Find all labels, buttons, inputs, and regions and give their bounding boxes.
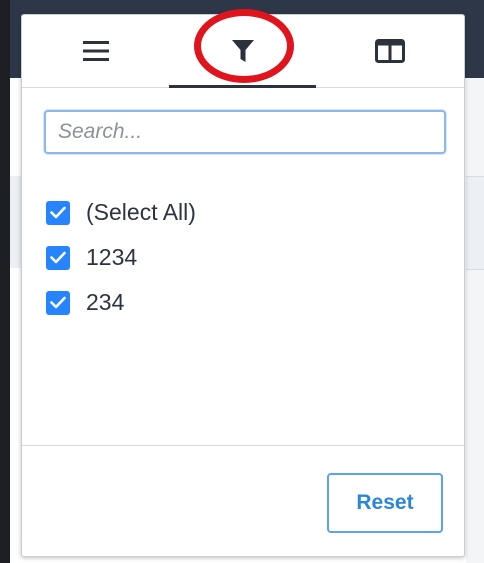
menu-tab-bar: [22, 9, 464, 88]
filter-value-list: (Select All) 1234 234: [44, 190, 444, 325]
tab-filter[interactable]: [169, 9, 316, 88]
list-item-select-all[interactable]: (Select All): [44, 190, 444, 235]
list-item-label: 1234: [86, 244, 138, 270]
filter-funnel-icon: [231, 40, 254, 62]
search-input[interactable]: [44, 110, 446, 154]
checkmark-icon: [50, 206, 66, 219]
list-item-label: (Select All): [86, 199, 196, 225]
page-left-edge: [0, 0, 10, 563]
page-background-right: [466, 78, 484, 563]
list-item-label: 234: [86, 289, 125, 315]
tab-columns[interactable]: [316, 15, 463, 87]
columns-icon: [374, 39, 405, 63]
grid-row-background: [466, 176, 484, 270]
checkmark-icon: [50, 251, 66, 264]
reset-button[interactable]: Reset: [327, 473, 443, 533]
hamburger-menu-icon: [82, 41, 109, 61]
checkbox-select-all[interactable]: [46, 200, 70, 225]
checkmark-icon: [50, 296, 66, 309]
footer-divider: [22, 445, 464, 446]
checkbox[interactable]: [46, 245, 70, 270]
active-tab-indicator: [169, 85, 316, 88]
checkbox[interactable]: [46, 290, 70, 315]
list-item[interactable]: 1234: [44, 235, 444, 280]
tab-general[interactable]: [22, 15, 169, 87]
column-filter-menu: (Select All) 1234 234 Reset: [21, 9, 465, 557]
filter-search: [44, 110, 446, 154]
list-item[interactable]: 234: [44, 280, 444, 325]
